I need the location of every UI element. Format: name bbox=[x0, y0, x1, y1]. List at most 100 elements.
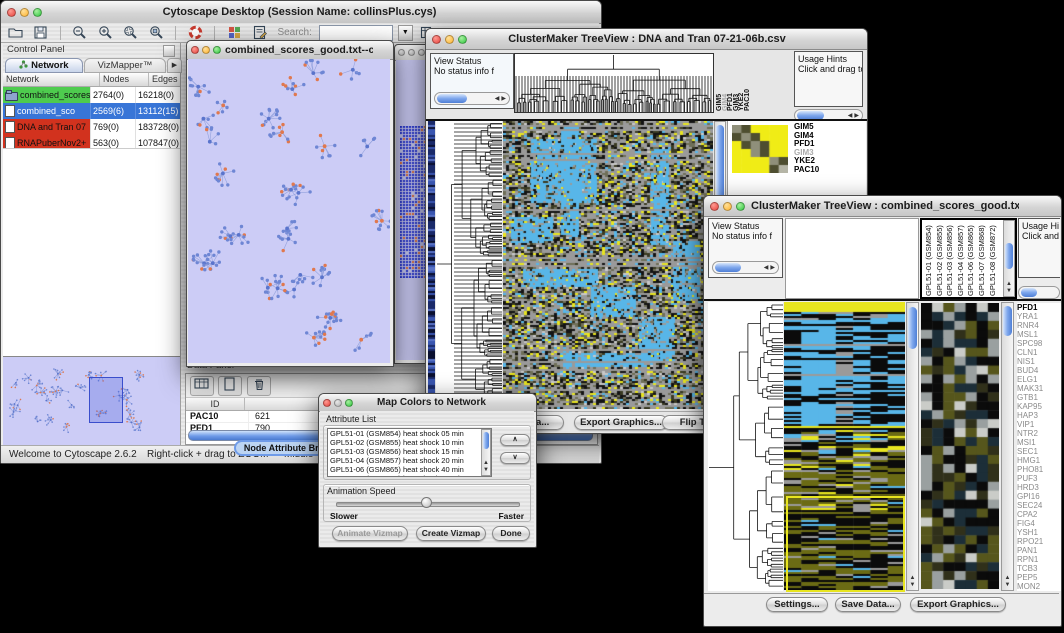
heatmap-selection-rect[interactable] bbox=[786, 496, 905, 592]
row-dendrogram[interactable] bbox=[708, 302, 783, 591]
column-label[interactable]: GPL51-06 (GSM865) bbox=[966, 222, 977, 296]
scroll-thumb[interactable] bbox=[1003, 306, 1012, 336]
close-button[interactable] bbox=[432, 35, 441, 44]
gene-label[interactable]: PEP5 bbox=[1017, 573, 1061, 582]
gene-label[interactable]: MAK31 bbox=[1017, 384, 1061, 393]
gene-label[interactable]: NIS1 bbox=[1017, 357, 1061, 366]
gene-label[interactable]: HRD3 bbox=[1017, 483, 1061, 492]
attribute-list-item[interactable]: GPL51-07 (GSM868) heat shock 60 min bbox=[328, 474, 491, 477]
minimize-button[interactable] bbox=[202, 46, 210, 54]
column-label-vscrollbar[interactable]: ▲▼ bbox=[1003, 220, 1015, 297]
annotation-icon[interactable] bbox=[251, 24, 268, 41]
gene-label[interactable]: ELG1 bbox=[1017, 375, 1061, 384]
scroll-arrows[interactable]: ◀▶ bbox=[495, 95, 509, 102]
export-graphics-button[interactable]: Export Graphics... bbox=[574, 415, 668, 430]
treeview1-titlebar[interactable]: ClusterMaker TreeView : DNA and Tran 07-… bbox=[426, 29, 867, 50]
gene-label[interactable]: SPC98 bbox=[1017, 339, 1061, 348]
gene-label[interactable]: PHO81 bbox=[1017, 465, 1061, 474]
scroll-thumb[interactable] bbox=[1021, 288, 1037, 297]
column-label[interactable]: GPL51-08 (GSM872) bbox=[988, 222, 999, 296]
scroll-thumb[interactable] bbox=[437, 94, 467, 103]
column-label[interactable]: GPL51-01 (GSM854) bbox=[924, 222, 935, 296]
tab-network[interactable]: Network bbox=[5, 58, 83, 73]
zoom-vscrollbar[interactable]: ▲▼ bbox=[1001, 302, 1014, 591]
tab-overflow-button[interactable]: ▶ bbox=[167, 58, 182, 73]
gene-label[interactable]: HAP3 bbox=[1017, 411, 1061, 420]
export-graphics-button[interactable]: Export Graphics... bbox=[910, 597, 1006, 612]
gene-label[interactable]: KAP95 bbox=[1017, 402, 1061, 411]
gene-label[interactable]: NTR2 bbox=[1017, 429, 1061, 438]
animation-speed-slider-thumb[interactable] bbox=[421, 497, 432, 508]
gene-label[interactable]: RNR4 bbox=[1017, 321, 1061, 330]
open-session-icon[interactable] bbox=[7, 24, 24, 41]
close-button[interactable] bbox=[323, 399, 331, 407]
zoom-button[interactable] bbox=[418, 49, 425, 56]
zoom-button[interactable] bbox=[736, 202, 745, 211]
select-attributes-icon[interactable] bbox=[190, 376, 214, 396]
column-dendrogram[interactable] bbox=[514, 53, 714, 113]
gene-label[interactable]: CPA2 bbox=[1017, 510, 1061, 519]
close-button[interactable] bbox=[710, 202, 719, 211]
save-data-button[interactable]: Save Data... bbox=[835, 597, 901, 612]
network-canvas[interactable] bbox=[188, 59, 390, 363]
scroll-arrows[interactable]: ▲▼ bbox=[1002, 575, 1013, 589]
birdseye-viewport-rect[interactable] bbox=[89, 377, 123, 423]
gene-label[interactable]: TCB3 bbox=[1017, 564, 1061, 573]
attribute-list-vscrollbar[interactable]: ▲▼ bbox=[481, 429, 491, 476]
gene-label[interactable]: RPN1 bbox=[1017, 555, 1061, 564]
zoom-heatmap[interactable] bbox=[921, 303, 999, 589]
attribute-list-item[interactable]: GPL51-01 (GSM854) heat shock 05 min bbox=[328, 429, 491, 438]
create-vizmap-button[interactable]: Create Vizmap bbox=[416, 526, 486, 541]
tab-vizmapper[interactable]: VizMapper™ bbox=[84, 58, 166, 73]
minimize-button[interactable] bbox=[20, 8, 29, 17]
heatmap-vscrollbar[interactable]: ▲▼ bbox=[906, 302, 919, 591]
close-button[interactable] bbox=[398, 49, 405, 56]
done-button[interactable]: Done bbox=[492, 526, 530, 541]
column-dendrogram-empty[interactable] bbox=[785, 218, 919, 299]
dialog-titlebar[interactable]: Map Colors to Network bbox=[319, 394, 536, 412]
scroll-arrows[interactable]: ▲▼ bbox=[1004, 281, 1014, 295]
usage-hints-scrollbar[interactable] bbox=[1018, 286, 1060, 299]
column-label[interactable]: GPL51-03 (GSM856) bbox=[945, 222, 956, 296]
scroll-arrows[interactable]: ▲▼ bbox=[482, 460, 490, 474]
gene-label[interactable]: SEC1 bbox=[1017, 447, 1061, 456]
network-list-row[interactable]: DNA and Tran 07769(0)183728(0) bbox=[3, 119, 180, 135]
minimize-button[interactable] bbox=[723, 202, 732, 211]
scroll-thumb[interactable] bbox=[715, 263, 741, 272]
zoom-heatmap[interactable] bbox=[732, 125, 788, 173]
gene-label[interactable]: BUD4 bbox=[1017, 366, 1061, 375]
move-down-button[interactable]: ∨ bbox=[500, 452, 530, 464]
attribute-list-item[interactable]: GPL51-04 (GSM857) heat shock 20 min bbox=[328, 456, 491, 465]
zoom-fit-icon[interactable] bbox=[148, 24, 165, 41]
gene-label[interactable]: YRA1 bbox=[1017, 312, 1061, 321]
gene-label[interactable]: VIP1 bbox=[1017, 420, 1061, 429]
scroll-thumb[interactable] bbox=[1005, 243, 1013, 269]
view-status-scrollbar[interactable]: ◀▶ bbox=[434, 92, 510, 105]
gene-label-list[interactable]: PFD1YRA1RNR4MSL1SPC98CLN1NIS1BUD4ELG1MAK… bbox=[1017, 303, 1061, 591]
zoom-row-label[interactable]: PAC10 bbox=[794, 166, 864, 175]
gene-label[interactable]: PUF3 bbox=[1017, 474, 1061, 483]
gene-label[interactable]: PFD1 bbox=[1017, 303, 1061, 312]
gene-label[interactable]: MSI1 bbox=[1017, 438, 1061, 447]
row-dendrogram[interactable] bbox=[436, 121, 502, 409]
minimize-button[interactable] bbox=[408, 49, 415, 56]
gene-label[interactable]: SEC24 bbox=[1017, 501, 1061, 510]
attribute-list-item[interactable]: GPL51-02 (GSM855) heat shock 10 min bbox=[328, 438, 491, 447]
scroll-thumb[interactable] bbox=[483, 432, 489, 449]
birdseye-view[interactable] bbox=[3, 356, 180, 445]
zoom-column-label[interactable]: PAC10 bbox=[744, 59, 750, 111]
zoom-out-icon[interactable] bbox=[71, 24, 88, 41]
gene-label[interactable]: YSH1 bbox=[1017, 528, 1061, 537]
save-session-icon[interactable] bbox=[32, 24, 49, 41]
vizmap-icon[interactable] bbox=[226, 24, 243, 41]
animate-vizmap-button[interactable]: Animate Vizmap bbox=[332, 526, 408, 541]
column-label[interactable]: GPL51-02 (GSM855) bbox=[935, 222, 946, 296]
new-attribute-icon[interactable] bbox=[218, 376, 242, 396]
zoom-in-icon[interactable] bbox=[97, 24, 114, 41]
zoom-button[interactable] bbox=[458, 35, 467, 44]
search-dropdown-button[interactable]: ▼ bbox=[398, 25, 413, 41]
zoom-selected-icon[interactable] bbox=[122, 24, 139, 41]
zoom-button[interactable] bbox=[345, 399, 353, 407]
attribute-listbox[interactable]: GPL51-01 (GSM854) heat shock 05 minGPL51… bbox=[327, 428, 492, 477]
main-heatmap[interactable] bbox=[503, 121, 713, 409]
